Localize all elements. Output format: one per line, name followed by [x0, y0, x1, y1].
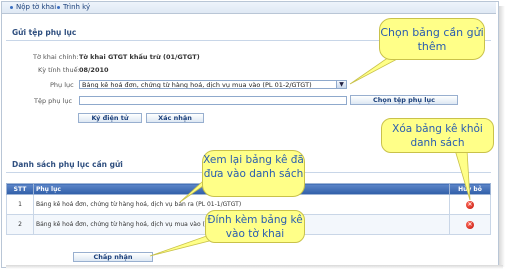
callout-arrow-select — [349, 56, 402, 85]
callout-select-table: Chọn bảng cần gửi thêm — [379, 18, 485, 60]
callout-review-table: Xem lại bảng kê đã đưa vào danh sách — [202, 150, 305, 197]
callout-arrow-remove — [454, 149, 471, 201]
callout-remove-table: Xóa bảng kê khỏi danh sách — [381, 118, 494, 153]
callout-attach-table: Đính kèm bảng kê vào tờ khai — [205, 210, 305, 243]
